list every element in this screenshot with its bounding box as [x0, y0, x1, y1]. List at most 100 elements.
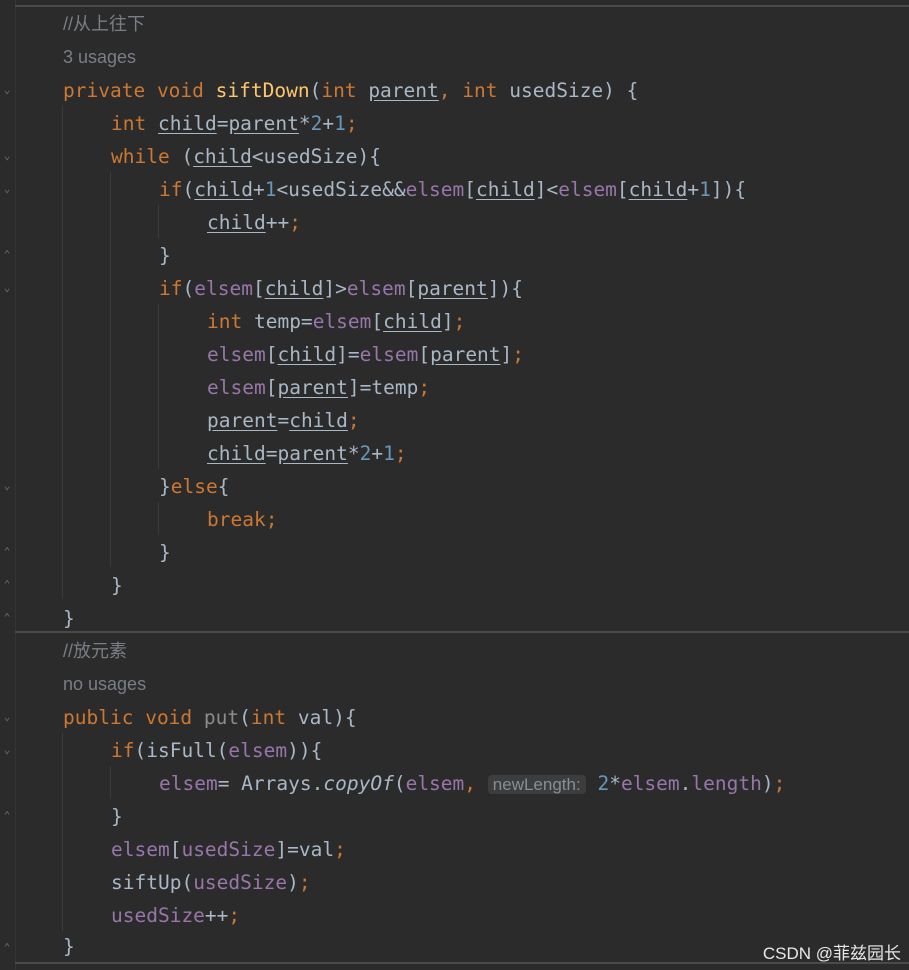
param-parent[interactable]: parent [368, 79, 438, 102]
code-line-brace[interactable]: } [111, 800, 123, 833]
field-elsem[interactable]: elsem [347, 277, 406, 300]
operator: + [252, 178, 265, 201]
var-child[interactable]: child [289, 409, 348, 432]
operator: + [371, 442, 384, 465]
field-elsem[interactable]: elsem [159, 772, 218, 795]
field-elsem[interactable]: elsem [111, 838, 170, 861]
code-line[interactable]: if(child+1<usedSize&&elsem[child]<elsem[… [159, 173, 746, 206]
var-parent[interactable]: parent [207, 409, 277, 432]
bracket: ] [500, 343, 513, 366]
usages-hint[interactable]: 3 usages [63, 41, 136, 74]
fold-icon[interactable]: ⌃ [1, 546, 13, 558]
var-child[interactable]: child [629, 178, 688, 201]
var-child[interactable]: child [207, 211, 266, 234]
fold-icon[interactable]: ⌄ [1, 84, 13, 96]
usages-hint[interactable]: no usages [63, 668, 146, 701]
method-name[interactable]: put [204, 706, 239, 729]
var-child[interactable]: child [277, 343, 336, 366]
fold-icon[interactable]: ⌄ [1, 480, 13, 492]
field-length[interactable]: length [691, 772, 761, 795]
field-elsem[interactable]: elsem [207, 343, 266, 366]
fold-icon[interactable]: ⌄ [1, 711, 13, 723]
field-elsem[interactable]: elsem [228, 739, 287, 762]
var-parent[interactable]: parent [417, 277, 487, 300]
field-elsem[interactable]: elsem [360, 343, 419, 366]
var-child[interactable]: child [207, 442, 266, 465]
field-elsem[interactable]: elsem [313, 310, 372, 333]
var-parent[interactable]: parent [277, 376, 347, 399]
code-line[interactable]: child=parent*2+1; [207, 437, 407, 470]
paren: ( [169, 145, 194, 168]
var-child[interactable]: child [194, 178, 253, 201]
code-line-method-signature[interactable]: private void siftDown(int parent, int us… [63, 74, 638, 107]
var-child[interactable]: child [383, 310, 442, 333]
field-elsem[interactable]: elsem [558, 178, 617, 201]
code-line-brace[interactable]: } [63, 602, 75, 635]
field-elsem[interactable]: elsem [194, 277, 253, 300]
keyword: if [159, 277, 183, 300]
fold-icon[interactable]: ⌃ [1, 612, 13, 624]
fold-icon[interactable]: ⌃ [1, 942, 13, 954]
code-line[interactable]: parent=child; [207, 404, 360, 437]
keyword: int [462, 79, 498, 102]
code-line[interactable]: siftUp(usedSize); [111, 866, 311, 899]
param-usedsize[interactable]: usedSize [509, 79, 603, 102]
var-parent[interactable]: parent [277, 442, 347, 465]
code-line[interactable]: if(elsem[child]>elsem[parent]){ [159, 272, 523, 305]
var-parent[interactable]: parent [228, 112, 298, 135]
field-usedsize[interactable]: usedSize [193, 871, 287, 894]
number: 2 [359, 442, 372, 465]
fold-icon[interactable]: ⌄ [1, 282, 13, 294]
code-line[interactable]: elsem[parent]=temp; [207, 371, 430, 404]
semicolon: ; [228, 904, 241, 927]
var-child[interactable]: child [158, 112, 217, 135]
code-line-brace[interactable]: } [159, 239, 171, 272]
code-line-brace[interactable]: } [111, 569, 123, 602]
var-child[interactable]: child [193, 145, 252, 168]
comment-line: //从上往下 [63, 14, 146, 34]
code-line[interactable]: child++; [207, 206, 301, 239]
operator: + [687, 178, 700, 201]
keyword: int [207, 310, 243, 333]
code-line[interactable]: elsem[usedSize]=val; [111, 833, 346, 866]
code-line[interactable]: int temp=elsem[child]; [207, 305, 465, 338]
fold-icon[interactable]: ⌄ [1, 744, 13, 756]
var-parent[interactable]: parent [430, 343, 500, 366]
code-line-brace[interactable]: } [159, 536, 171, 569]
code-line-brace[interactable]: } [63, 930, 75, 963]
operator: * [347, 442, 360, 465]
keyword: if [159, 178, 183, 201]
code-text: <usedSize){ [251, 145, 382, 168]
field-elsem[interactable]: elsem [406, 178, 465, 201]
code-text: ]=temp [347, 376, 419, 399]
code-editor[interactable]: ⌄ ⌄ ⌄ ⌃ ⌄ ⌄ ⌃ ⌃ ⌃ ⌄ ⌄ ⌃ ⌃ //从上往下 3 usage… [0, 0, 909, 970]
var-child[interactable]: child [265, 277, 324, 300]
field-elsem[interactable]: elsem [207, 376, 266, 399]
method-siftup[interactable]: siftUp( [111, 871, 193, 894]
code-line[interactable]: break; [207, 503, 277, 536]
var-child[interactable]: child [476, 178, 535, 201]
code-line[interactable]: usedSize++; [111, 899, 240, 932]
fold-icon[interactable]: ⌄ [1, 150, 13, 162]
code-line[interactable]: elsem[child]=elsem[parent]; [207, 338, 524, 371]
field-elsem[interactable]: elsem [621, 772, 680, 795]
fold-icon[interactable]: ⌃ [1, 249, 13, 261]
number: 1 [334, 112, 346, 135]
code-line-method-signature[interactable]: public void put(int val){ [63, 701, 357, 734]
code-line[interactable]: elsem= Arrays.copyOf(elsem, newLength: 2… [159, 767, 785, 800]
field-usedsize[interactable]: usedSize [181, 838, 275, 861]
fold-icon[interactable]: ⌃ [1, 810, 13, 822]
paren: ) [287, 871, 299, 894]
indent-guide [62, 733, 63, 931]
fold-icon[interactable]: ⌄ [1, 183, 13, 195]
code-line[interactable]: int child=parent*2+1; [111, 107, 358, 140]
code-line[interactable]: while (child<usedSize){ [111, 140, 381, 173]
fold-icon[interactable]: ⌃ [1, 579, 13, 591]
field-usedsize[interactable]: usedSize [111, 904, 205, 927]
method-name[interactable]: siftDown [216, 79, 310, 102]
code-line[interactable]: if(isFull(elsem)){ [111, 734, 322, 767]
bracket: ] [441, 310, 454, 333]
code-line[interactable]: }else{ [159, 470, 229, 503]
method-copyof[interactable]: copyOf [323, 772, 393, 795]
field-elsem[interactable]: elsem [406, 772, 465, 795]
